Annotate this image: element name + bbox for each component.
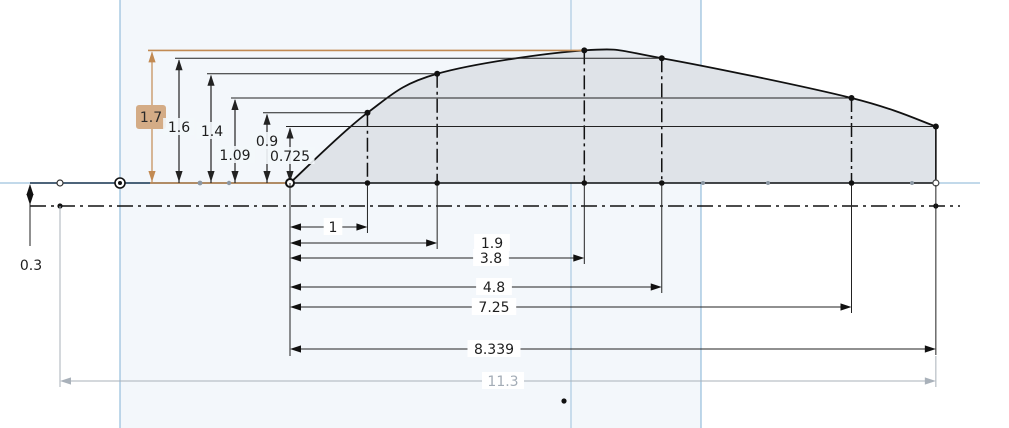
overall-dim-arrow-right (924, 377, 936, 385)
offset-dim-arrow-bottom (26, 194, 34, 205)
midpoint-dot-b[interactable] (226, 180, 232, 186)
h-dimension-label-5[interactable]: 8.339 (474, 342, 514, 358)
sketch-drawing[interactable]: 11.93.84.87.258.33911.30.31.71.6 1.41.090… (0, 0, 1009, 428)
height-dimension-label-0[interactable]: 1.7 (140, 110, 162, 126)
overall-dim-arrow-left (60, 377, 71, 385)
h-dim-arrow-right-4 (840, 303, 852, 311)
profile-point-6[interactable] (932, 123, 939, 130)
profile-point-3[interactable] (581, 47, 588, 54)
overall-dimension-label[interactable]: 11.3 (487, 374, 518, 390)
height-dimension-label-1[interactable]: 1.6 (168, 120, 190, 136)
midpoint-dot-a[interactable] (197, 180, 203, 186)
baseline-point-1[interactable] (364, 180, 371, 186)
profile-point-1[interactable] (364, 109, 371, 116)
height-dimension-label-3[interactable]: 1.09 (219, 148, 250, 164)
h-dimension-label-4[interactable]: 7.25 (478, 300, 509, 316)
baseline-point-5[interactable] (848, 180, 855, 186)
h-dimension-label-2[interactable]: 3.8 (480, 251, 502, 267)
offset-dim-arrow-top (26, 184, 34, 195)
baseline-point-4[interactable] (658, 180, 665, 186)
baseline-point-2[interactable] (434, 180, 440, 186)
endpoint-left-outer[interactable] (56, 179, 64, 187)
profile-point-2[interactable] (434, 70, 441, 77)
height-dimension-label-5[interactable]: 0.725 (270, 149, 310, 165)
origin-point-center[interactable] (118, 181, 122, 185)
profile-point-5[interactable] (848, 94, 855, 101)
profile-point-4[interactable] (658, 55, 665, 62)
baseline-dot-703[interactable] (701, 181, 705, 185)
baseline-dot-912[interactable] (910, 181, 914, 185)
sketch-canvas[interactable]: 1 1.9 3.8 4.8 7.25 8.339 11.3 0.3 1.7 1.6 1.4 1.09 0… (0, 0, 1009, 428)
baseline-point-3[interactable] (581, 180, 588, 186)
height-dimension-label-2[interactable]: 1.4 (201, 124, 223, 140)
h-dimension-label-3[interactable]: 4.8 (483, 280, 505, 296)
baseline-dot-768[interactable] (766, 181, 770, 185)
h-dimension-label-0[interactable]: 1 (329, 220, 338, 236)
offset-dimension-label[interactable]: 0.3 (20, 258, 42, 274)
h-dim-arrow-right-5 (924, 345, 936, 353)
free-point[interactable] (561, 398, 567, 404)
